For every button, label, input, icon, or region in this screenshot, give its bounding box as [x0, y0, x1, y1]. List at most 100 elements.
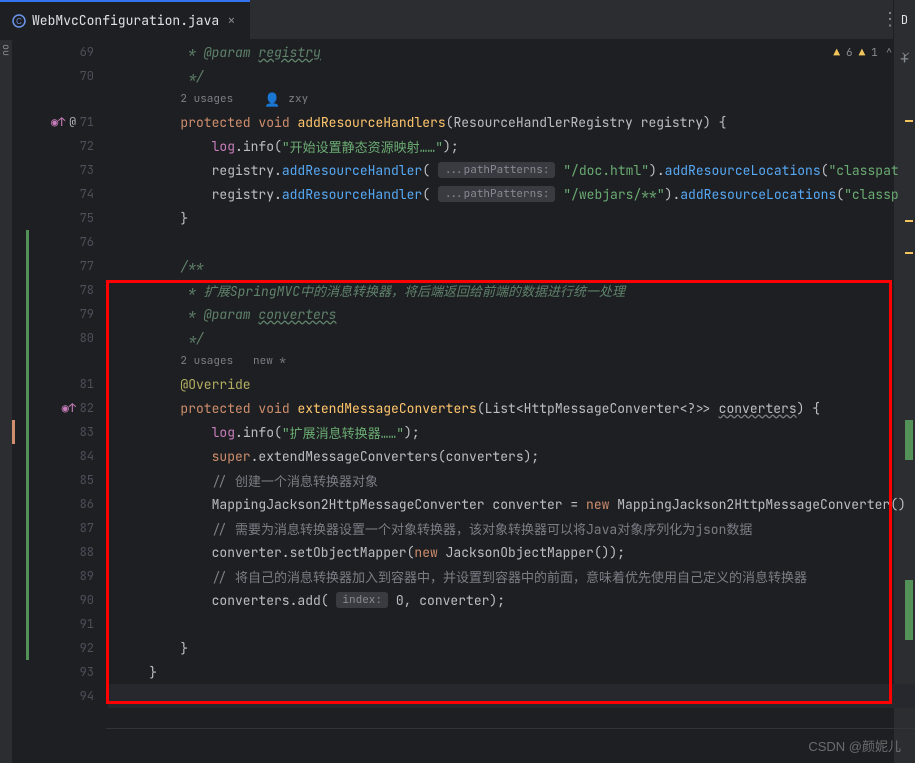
line-number: 82: [80, 400, 94, 416]
warning-icon[interactable]: ▲: [833, 46, 840, 60]
code-text: "/doc.html": [555, 162, 649, 179]
close-icon[interactable]: ×: [225, 10, 237, 32]
code-text: }: [118, 664, 157, 681]
tab-bar: C WebMvcConfiguration.java × ⋮: [0, 0, 915, 40]
code-text: (ResourceHandlerRegistry registry) {: [446, 114, 727, 131]
line-number: 89: [80, 568, 94, 584]
code-text: /**: [118, 258, 204, 275]
chevron-up-icon[interactable]: ^: [884, 46, 895, 60]
usages-hint[interactable]: 2 usages new *: [180, 354, 286, 368]
at-icon: @: [69, 115, 76, 129]
warn-count-2: 1: [871, 46, 878, 60]
svg-text:C: C: [16, 17, 22, 26]
code-text: "classpat: [828, 162, 898, 179]
line-number: 69: [80, 44, 94, 60]
line-number: 81: [80, 376, 94, 392]
code-text: protected: [180, 400, 250, 417]
code-text: "/webjars/**": [555, 186, 664, 203]
minimap[interactable]: [903, 40, 913, 763]
gutter: 69 70 ◉↑ @71 72 73 74 75 76 77 78 79 80 8…: [12, 40, 108, 763]
left-tool-strip[interactable]: ou: [0, 40, 12, 763]
warn-count-1: 6: [846, 46, 853, 60]
breakpoint-strip[interactable]: [12, 420, 15, 444]
code-text: "扩展消息转换器……": [282, 423, 404, 442]
line-number: 74: [80, 186, 94, 202]
code-text: ) {: [797, 400, 820, 417]
param-hint: ...pathPatterns:: [438, 186, 556, 202]
code-text: * @param: [118, 306, 258, 323]
line-number: 88: [80, 544, 94, 560]
class-file-icon: C: [12, 14, 26, 28]
code-text: super: [212, 448, 251, 465]
code-text: }: [118, 640, 188, 657]
line-number: 78: [80, 282, 94, 298]
param-hint: index:: [336, 592, 388, 608]
line-number: 86: [80, 496, 94, 512]
code-text: @Override: [180, 376, 250, 393]
line-number: 84: [80, 448, 94, 464]
code-text: * @param: [118, 44, 258, 61]
code-text: // 将自己的消息转换器加入到容器中，并设置到容器中的前面，意味着优先使用自己定…: [118, 567, 807, 586]
code-text: MappingJackson2HttpMessageConverter(): [609, 496, 905, 513]
code-text: registry.: [118, 186, 282, 203]
code-text: .info(: [235, 424, 282, 441]
code-text: );: [404, 424, 420, 441]
code-text: extendMessageConverters: [297, 400, 476, 417]
code-text: (: [836, 186, 844, 203]
code-text: log: [212, 424, 235, 441]
author-hint[interactable]: zxy: [288, 92, 308, 106]
code-text: (: [422, 162, 438, 179]
line-number: 79: [80, 306, 94, 322]
inspection-bar: ▲ 6 ▲ 1 ^ ⌄: [833, 46, 911, 60]
line-number: 76: [80, 234, 94, 250]
override-icon[interactable]: ◉↑: [62, 400, 76, 416]
code-text: void: [258, 114, 289, 131]
line-number: 91: [80, 616, 94, 632]
editor: ou 69 70 ◉↑ @71 72 73 74 75 76 77 78 79 8…: [0, 40, 915, 763]
code-text: 0: [388, 592, 404, 609]
code-text: registry.: [118, 162, 282, 179]
vcs-marker[interactable]: [26, 230, 29, 254]
line-number: 71: [80, 114, 94, 130]
code-text: .info(: [235, 138, 282, 155]
code-text: converter.setObjectMapper(: [118, 544, 414, 561]
code-content[interactable]: ▲6 ▲1 ^ ⌄ * @param registry */ 2 usages …: [108, 40, 915, 763]
param-hint: ...pathPatterns:: [438, 162, 556, 178]
line-number: 85: [80, 472, 94, 488]
code-text: (: [821, 162, 829, 179]
line-number: 73: [80, 162, 94, 178]
code-text: (List<HttpMessageConverter<?>>: [477, 400, 719, 417]
line-number: 93: [80, 664, 94, 680]
watermark: CSDN @颜妮儿: [808, 736, 901, 755]
code-text: }: [118, 210, 188, 227]
code-text: protected: [180, 114, 250, 131]
code-text: "classp: [844, 186, 899, 203]
code-text: log: [212, 138, 235, 155]
line-number: 94: [80, 688, 94, 704]
code-text: ).: [649, 162, 665, 179]
line-number: 75: [80, 210, 94, 226]
code-text: ).: [665, 186, 681, 203]
line-number: 70: [80, 68, 94, 84]
editor-tab[interactable]: C WebMvcConfiguration.java ×: [0, 0, 250, 39]
line-number: 72: [80, 138, 94, 154]
code-text: converters: [258, 306, 336, 323]
line-number: 83: [80, 424, 94, 440]
code-text: * 扩展SpringMVC中的消息转换器，将后端返回给前端的数据进行统一处理: [118, 281, 625, 300]
line-number: 80: [80, 330, 94, 346]
line-number: 77: [80, 258, 94, 274]
line-number: 87: [80, 520, 94, 536]
separator: [106, 728, 915, 729]
code-text: new: [414, 544, 437, 561]
line-number: 90: [80, 592, 94, 608]
author-icon: 👤: [264, 91, 288, 108]
code-text: MappingJackson2HttpMessageConverter conv…: [118, 496, 586, 513]
warning-icon[interactable]: ▲: [859, 46, 866, 60]
right-panel-label[interactable]: D: [894, 12, 915, 28]
line-number: 92: [80, 640, 94, 656]
usages-hint[interactable]: 2 usages: [180, 92, 233, 106]
chevron-down-icon[interactable]: ⌄: [900, 46, 911, 60]
override-icon[interactable]: ◉↑: [51, 114, 65, 130]
code-text: JacksonObjectMapper());: [438, 544, 625, 561]
code-text: registry: [258, 44, 320, 61]
